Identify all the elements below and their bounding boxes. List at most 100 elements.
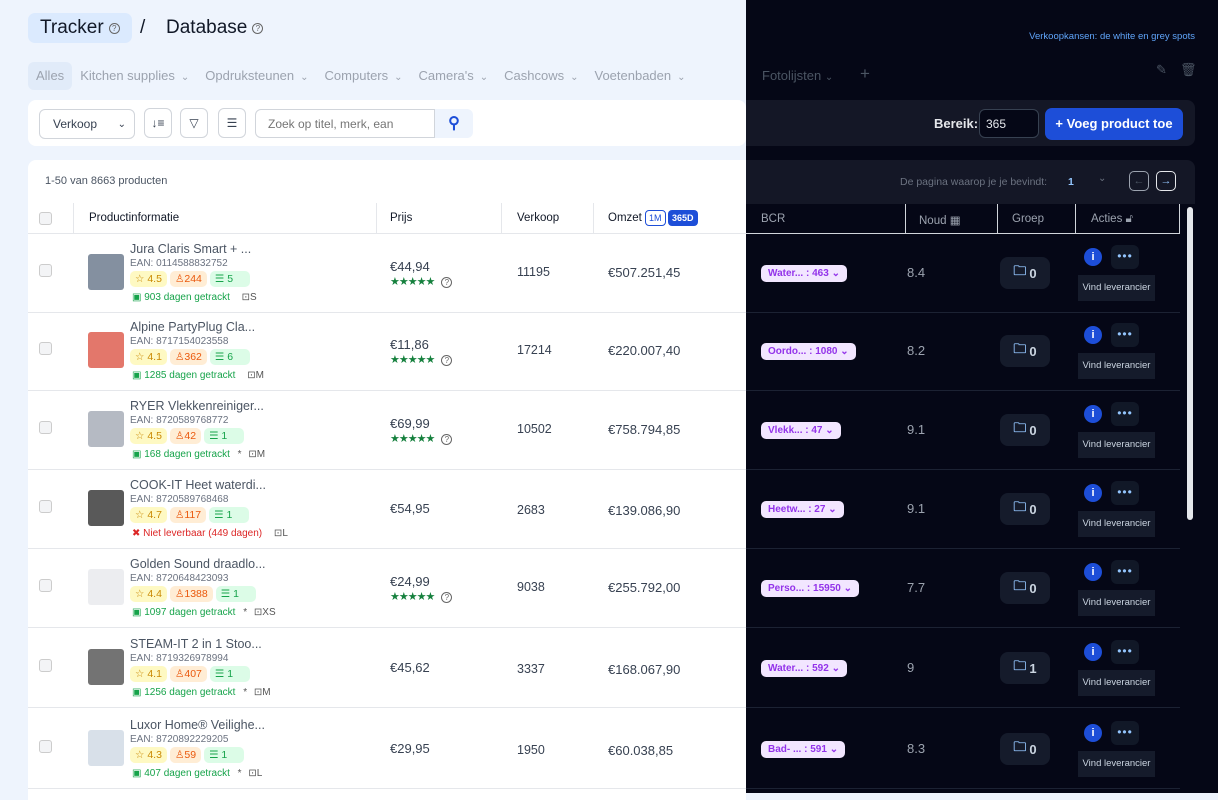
help-icon[interactable]: ?	[252, 22, 264, 34]
col-revenue[interactable]: Omzet	[608, 212, 642, 224]
tab-fotolijsten[interactable]: Fotolijsten ⌄	[762, 68, 833, 83]
product-image[interactable]	[88, 649, 124, 685]
tab-2[interactable]: Opdruksteunen ⌄	[197, 62, 316, 90]
col-noud[interactable]: Noud ▦	[919, 213, 961, 227]
revenue-365d-toggle[interactable]: 365D	[668, 210, 698, 226]
row-checkbox[interactable]	[39, 500, 52, 513]
tab-0[interactable]: Alles	[28, 62, 73, 90]
sort-select[interactable]: Verkoop ⌄	[39, 109, 135, 139]
info-icon[interactable]: i	[1084, 405, 1102, 423]
bcr-dropdown[interactable]: Heetw... : 27 ⌄	[761, 501, 844, 518]
product-title[interactable]: STEAM-IT 2 in 1 Stoo...	[130, 637, 262, 651]
find-supplier-button[interactable]: Vind leverancier	[1078, 275, 1155, 301]
row-checkbox[interactable]	[39, 740, 52, 753]
product-title[interactable]: RYER Vlekkenreiniger...	[130, 399, 264, 413]
product-image[interactable]	[88, 569, 124, 605]
col-product[interactable]: Productinformatie	[89, 212, 179, 224]
tab-4[interactable]: Camera's ⌄	[411, 62, 497, 90]
info-icon[interactable]: i	[1084, 563, 1102, 581]
find-supplier-button[interactable]: Vind leverancier	[1078, 511, 1155, 537]
bcr-dropdown[interactable]: Water... : 463 ⌄	[761, 265, 847, 282]
bcr-dropdown[interactable]: Bad- ... : 591 ⌄	[761, 741, 846, 758]
help-icon[interactable]: ?	[441, 355, 453, 366]
info-icon[interactable]: i	[1084, 724, 1102, 742]
product-title[interactable]: Jura Claris Smart + ...	[130, 242, 251, 256]
promo-link[interactable]: Verkoopkansen: de white en grey spots	[1029, 31, 1195, 42]
product-title[interactable]: Alpine PartyPlug Cla...	[130, 320, 255, 334]
filter-button[interactable]: ▽	[180, 108, 208, 138]
find-supplier-button[interactable]: Vind leverancier	[1078, 751, 1155, 777]
find-supplier-button[interactable]: Vind leverancier	[1078, 590, 1155, 616]
find-supplier-button[interactable]: Vind leverancier	[1078, 432, 1155, 458]
row-checkbox[interactable]	[39, 421, 52, 434]
tab-5[interactable]: Cashcows ⌄	[496, 62, 586, 90]
group-button[interactable]: 🗀︎ 1	[1000, 652, 1050, 684]
col-price[interactable]: Prijs	[390, 212, 412, 224]
columns-button[interactable]: ☰	[218, 108, 246, 138]
page-select[interactable]: 1	[1068, 176, 1074, 188]
more-options-button[interactable]: •••	[1111, 560, 1139, 584]
add-product-button[interactable]: + Voeg product toe	[1045, 108, 1183, 140]
bcr-dropdown[interactable]: Vlekk... : 47 ⌄	[761, 422, 841, 439]
help-icon[interactable]: ?	[441, 277, 453, 288]
search-button[interactable]: ⚲	[435, 109, 473, 138]
row-checkbox[interactable]	[39, 579, 52, 592]
product-title[interactable]: COOK-IT Heet waterdi...	[130, 478, 266, 492]
scrollbar[interactable]	[1187, 207, 1193, 520]
sort-order-button[interactable]: ↓≡	[144, 108, 172, 138]
group-button[interactable]: 🗀︎ 0	[1000, 493, 1050, 525]
product-title[interactable]: Golden Sound draadlo...	[130, 557, 266, 571]
calendar-icon: ▣	[132, 768, 142, 779]
edit-icon[interactable]: ✎	[1156, 62, 1167, 78]
chevron-down-icon[interactable]: ⌄	[1098, 173, 1106, 184]
find-supplier-button[interactable]: Vind leverancier	[1078, 353, 1155, 379]
more-options-button[interactable]: •••	[1111, 402, 1139, 426]
group-button[interactable]: 🗀︎ 0	[1000, 257, 1050, 289]
bcr-dropdown[interactable]: Water... : 592 ⌄	[761, 660, 847, 677]
find-supplier-button[interactable]: Vind leverancier	[1078, 670, 1155, 696]
col-sales[interactable]: Verkoop	[517, 212, 559, 224]
group-button[interactable]: 🗀︎ 0	[1000, 414, 1050, 446]
product-image[interactable]	[88, 730, 124, 766]
more-options-button[interactable]: •••	[1111, 640, 1139, 664]
row-checkbox[interactable]	[39, 659, 52, 672]
info-icon[interactable]: i	[1084, 484, 1102, 502]
product-title[interactable]: Luxor Home® Veilighe...	[130, 718, 265, 732]
product-image[interactable]	[88, 411, 124, 447]
more-options-button[interactable]: •••	[1111, 481, 1139, 505]
group-button[interactable]: 🗀︎ 0	[1000, 572, 1050, 604]
row-checkbox[interactable]	[39, 342, 52, 355]
revenue-1m-toggle[interactable]: 1M	[645, 210, 666, 226]
search-input[interactable]	[255, 109, 435, 138]
more-options-button[interactable]: •••	[1111, 245, 1139, 269]
col-bcr[interactable]: BCR	[761, 213, 785, 225]
breadcrumb-tracker[interactable]: Tracker ?	[28, 13, 132, 43]
more-options-button[interactable]: •••	[1111, 721, 1139, 745]
help-icon[interactable]: ?	[441, 434, 453, 445]
col-group[interactable]: Groep	[1012, 213, 1044, 225]
tab-1[interactable]: Kitchen supplies ⌄	[72, 62, 197, 90]
bcr-dropdown[interactable]: Perso... : 15950 ⌄	[761, 580, 859, 597]
group-button[interactable]: 🗀︎ 0	[1000, 733, 1050, 765]
info-icon[interactable]: i	[1084, 248, 1102, 266]
product-image[interactable]	[88, 332, 124, 368]
tab-3[interactable]: Computers ⌄	[317, 62, 411, 90]
row-checkbox[interactable]	[39, 264, 52, 277]
product-image[interactable]	[88, 490, 124, 526]
next-page-button[interactable]: →	[1156, 171, 1176, 191]
more-options-button[interactable]: •••	[1111, 323, 1139, 347]
info-icon[interactable]: i	[1084, 643, 1102, 661]
help-icon[interactable]: ?	[108, 22, 120, 34]
add-tab-button[interactable]: +	[860, 64, 870, 84]
info-icon[interactable]: i	[1084, 326, 1102, 344]
range-input[interactable]	[979, 109, 1039, 138]
select-all-checkbox[interactable]	[39, 212, 52, 225]
bcr-dropdown[interactable]: Oordo... : 1080 ⌄	[761, 343, 856, 360]
prev-page-button[interactable]: ←	[1129, 171, 1149, 191]
group-button[interactable]: 🗀︎ 0	[1000, 335, 1050, 367]
product-image[interactable]	[88, 254, 124, 290]
tab-6[interactable]: Voetenbaden ⌄	[586, 62, 693, 90]
col-actions[interactable]: Acties 🔓︎	[1091, 213, 1133, 226]
trash-icon[interactable]: 🗑	[1180, 62, 1197, 78]
help-icon[interactable]: ?	[441, 592, 453, 603]
